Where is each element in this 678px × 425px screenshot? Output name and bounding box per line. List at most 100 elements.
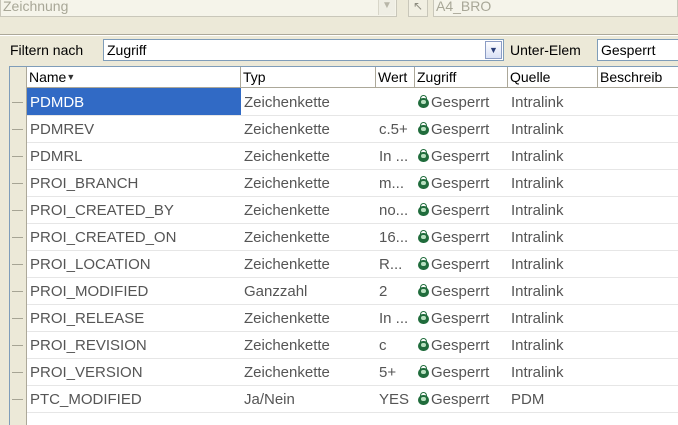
cell-typ[interactable]: Zeichenkette <box>241 169 376 196</box>
cell-typ[interactable]: Zeichenkette <box>241 115 376 142</box>
cell-zugriff[interactable]: Gesperrt <box>415 115 508 142</box>
cell-typ[interactable]: Zeichenkette <box>241 304 376 331</box>
cell-zugriff[interactable]: Gesperrt <box>415 196 508 223</box>
cell-typ[interactable]: Ja/Nein <box>241 385 376 412</box>
format-combo[interactable]: A4_BRO <box>433 0 678 17</box>
column-header-typ[interactable]: Typ <box>241 67 376 87</box>
cell-zugriff[interactable]: Gesperrt <box>415 142 508 169</box>
cell-quelle[interactable]: Intralink <box>508 169 598 196</box>
cell-wert[interactable]: c.5+ <box>376 115 415 142</box>
table-row[interactable]: PROI_CREATED_ON Zeichenkette 16... Gesperrt… <box>27 223 678 251</box>
cell-quelle[interactable]: Intralink <box>508 331 598 358</box>
cell-wert[interactable]: no... <box>376 196 415 223</box>
chevron-down-icon[interactable]: ▼ <box>485 41 502 59</box>
row-header-marker <box>12 291 23 292</box>
table-row[interactable]: PROI_LOCATION Zeichenkette R... Gesperrt Int… <box>27 250 678 278</box>
sub-element-combo[interactable]: Gesperrt <box>597 39 678 61</box>
cell-zugriff[interactable]: Gesperrt <box>415 385 508 412</box>
row-header-marker <box>12 102 23 103</box>
cell-typ[interactable]: Zeichenkette <box>241 142 376 169</box>
cell-zugriff[interactable]: Gesperrt <box>415 250 508 277</box>
cell-wert[interactable]: In ... <box>376 142 415 169</box>
cell-typ[interactable]: Zeichenkette <box>241 250 376 277</box>
cell-typ[interactable]: Zeichenkette <box>241 196 376 223</box>
cell-name[interactable]: PROI_BRANCH <box>27 169 241 196</box>
cell-typ[interactable]: Zeichenkette <box>241 223 376 250</box>
cell-quelle[interactable]: Intralink <box>508 88 598 115</box>
cell-quelle[interactable]: Intralink <box>508 304 598 331</box>
top-toolbar: Zeichnung ▼ ↖ A4_BRO <box>0 0 678 20</box>
cell-name[interactable]: PROI_LOCATION <box>27 250 241 277</box>
cell-quelle[interactable]: Intralink <box>508 250 598 277</box>
cursor-icon[interactable]: ↖ <box>408 0 428 17</box>
cell-name[interactable]: PDMDB <box>27 88 241 115</box>
cell-zugriff[interactable]: Gesperrt <box>415 331 508 358</box>
chevron-down-icon[interactable]: ▼ <box>378 0 395 15</box>
cell-zugriff[interactable]: Gesperrt <box>415 223 508 250</box>
column-header-name[interactable]: Name▼ <box>27 67 241 87</box>
column-header-quelle[interactable]: Quelle <box>508 67 598 87</box>
cell-name[interactable]: PROI_CREATED_ON <box>27 223 241 250</box>
cell-typ[interactable]: Zeichenkette <box>241 358 376 385</box>
table-row[interactable]: PDMDB Zeichenkette Gesperrt Intralink <box>27 88 678 116</box>
cell-quelle[interactable]: PDM <box>508 385 598 412</box>
cell-wert[interactable]: R... <box>376 250 415 277</box>
column-header-zugriff-label: Zugriff <box>417 69 457 85</box>
table-row[interactable]: PROI_VERSION Zeichenkette 5+ Gesperrt Intral… <box>27 358 678 386</box>
column-header-beschreib[interactable]: Beschreib <box>598 67 678 87</box>
cell-wert[interactable] <box>376 88 415 115</box>
cell-name[interactable]: PDMREV <box>27 115 241 142</box>
cell-name[interactable]: PROI_MODIFIED <box>27 277 241 304</box>
table-header: Name▼ Typ Wert Zugriff Quelle Beschreib <box>27 67 678 88</box>
cell-name[interactable]: PROI_RELEASE <box>27 304 241 331</box>
cell-name[interactable]: PROI_CREATED_BY <box>27 196 241 223</box>
cell-quelle[interactable]: Intralink <box>508 196 598 223</box>
row-header-marker <box>12 237 23 238</box>
filter-combo[interactable]: Zugriff ▼ <box>103 39 504 61</box>
cell-wert[interactable]: c <box>376 331 415 358</box>
table-row[interactable]: PTC_MODIFIED Ja/Nein YES Gesperrt PDM <box>27 385 678 413</box>
cell-wert[interactable]: 5+ <box>376 358 415 385</box>
table-row[interactable]: PROI_RELEASE Zeichenkette In ... Gesperrt In… <box>27 304 678 332</box>
table-row[interactable]: PROI_REVISION Zeichenkette c Gesperrt Intral… <box>27 331 678 359</box>
cell-wert[interactable]: 16... <box>376 223 415 250</box>
cell-typ[interactable]: Zeichenkette <box>241 331 376 358</box>
cell-name[interactable]: PTC_MODIFIED <box>27 385 241 412</box>
table-row[interactable]: PROI_MODIFIED Ganzzahl 2 Gesperrt Intralink <box>27 277 678 305</box>
cell-zugriff-text: Gesperrt <box>431 94 490 111</box>
table-row[interactable]: PDMREV Zeichenkette c.5+ Gesperrt Intralink <box>27 115 678 143</box>
cell-wert[interactable]: 2 <box>376 277 415 304</box>
cell-name-text: PROI_CREATED_BY <box>30 202 174 219</box>
lock-icon <box>418 311 429 324</box>
table-row[interactable]: PROI_CREATED_BY Zeichenkette no... Gesperrt… <box>27 196 678 224</box>
column-header-wert[interactable]: Wert <box>376 67 415 87</box>
cell-zugriff[interactable]: Gesperrt <box>415 88 508 115</box>
cell-typ[interactable]: Ganzzahl <box>241 277 376 304</box>
cell-name-text: PDMRL <box>30 148 83 165</box>
drawing-combo[interactable]: Zeichnung ▼ <box>0 0 397 17</box>
column-header-zugriff[interactable]: Zugriff <box>415 67 508 87</box>
cell-zugriff[interactable]: Gesperrt <box>415 169 508 196</box>
cell-name[interactable]: PROI_VERSION <box>27 358 241 385</box>
row-header-marker <box>12 156 23 157</box>
cell-typ-text: Ja/Nein <box>244 391 295 408</box>
cell-zugriff-text: Gesperrt <box>431 337 490 354</box>
cell-quelle[interactable]: Intralink <box>508 223 598 250</box>
cell-quelle[interactable]: Intralink <box>508 142 598 169</box>
table-row[interactable]: PDMRL Zeichenkette In ... Gesperrt Intralink <box>27 142 678 170</box>
table-row[interactable]: PROI_BRANCH Zeichenkette m... Gesperrt Intra… <box>27 169 678 197</box>
cell-wert[interactable]: In ... <box>376 304 415 331</box>
cell-quelle[interactable]: Intralink <box>508 358 598 385</box>
cell-typ[interactable]: Zeichenkette <box>241 88 376 115</box>
cell-quelle[interactable]: Intralink <box>508 115 598 142</box>
cell-zugriff[interactable]: Gesperrt <box>415 277 508 304</box>
cell-quelle[interactable]: Intralink <box>508 277 598 304</box>
cell-wert-text: YES <box>379 391 410 408</box>
lock-icon <box>418 257 429 270</box>
cell-zugriff[interactable]: Gesperrt <box>415 358 508 385</box>
cell-zugriff[interactable]: Gesperrt <box>415 304 508 331</box>
cell-name[interactable]: PROI_REVISION <box>27 331 241 358</box>
cell-wert[interactable]: m... <box>376 169 415 196</box>
cell-wert[interactable]: YES <box>376 385 415 412</box>
cell-name[interactable]: PDMRL <box>27 142 241 169</box>
